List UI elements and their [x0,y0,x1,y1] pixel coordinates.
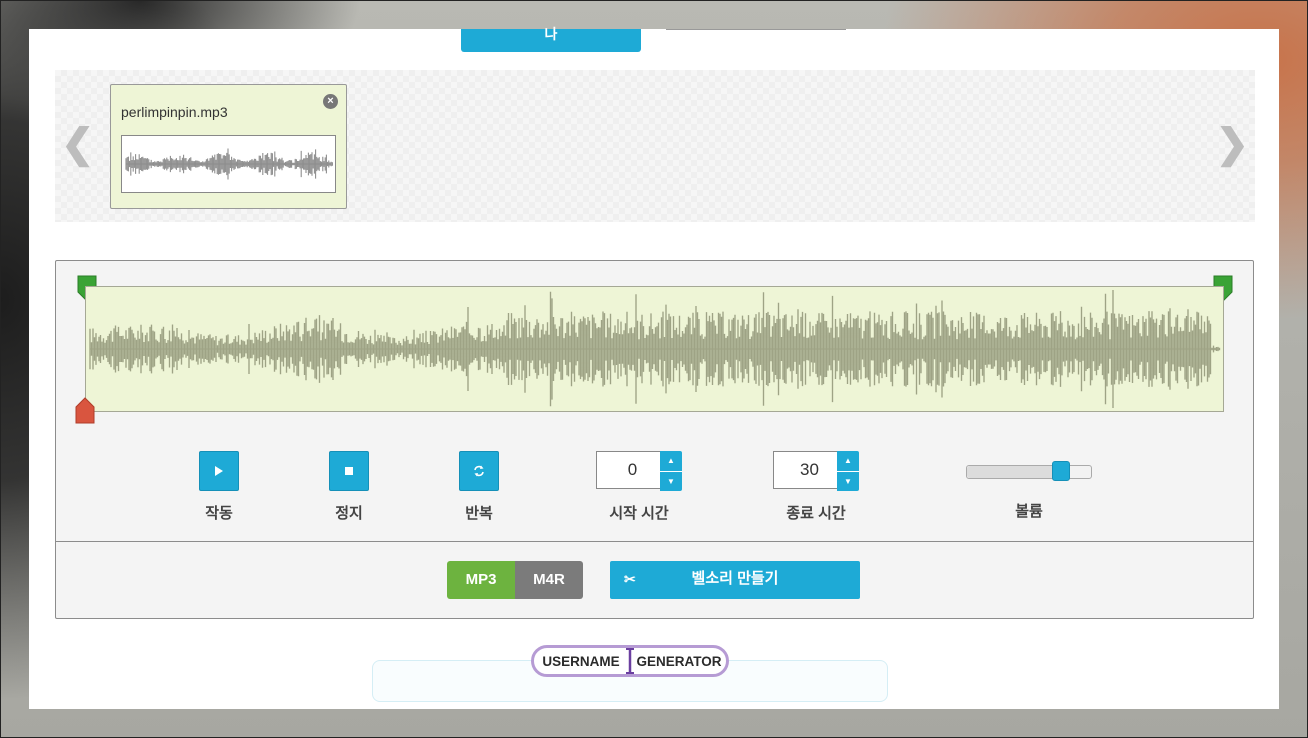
top-tab-button[interactable]: 나 [461,26,641,52]
volume-control: 볼륨 [966,451,1092,521]
start-time-control: 0 ▲ ▼ 시작 시간 [579,451,699,523]
volume-knob[interactable] [1052,461,1070,481]
repeat-label: 반복 [465,505,493,522]
file-card[interactable]: perlimpinpin.mp3 × [110,84,347,209]
end-time-label: 종료 시간 [786,505,846,522]
playhead-marker-icon[interactable] [74,395,96,430]
scissors-icon: ✂ [624,571,636,587]
volume-fill [967,466,1061,478]
main-waveform [89,290,1221,408]
start-time-label: 시작 시간 [609,505,669,522]
file-carousel: ❮ perlimpinpin.mp3 × ❯ [55,70,1255,222]
format-m4r-button[interactable]: M4R [515,561,583,599]
logo-right-text: GENERATOR [636,654,721,669]
play-icon [215,466,223,476]
play-label: 작동 [205,505,233,522]
mini-waveform [125,148,333,180]
play-control: 작동 [189,451,249,523]
chevron-up-icon[interactable]: ▲ [837,451,859,472]
repeat-icon [474,465,484,477]
volume-label: 볼륨 [1015,503,1043,520]
top-divider [666,29,846,30]
end-time-stepper[interactable]: ▲ ▼ [837,451,859,491]
format-mp3-button[interactable]: MP3 [447,561,515,599]
file-waveform-thumbnail [121,135,336,193]
carousel-prev-icon[interactable]: ❮ [61,122,95,166]
main-panel: 나 ❮ perlimpinpin.mp3 × ❯ 작동 정지 반복 0 ▲ ▼ … [29,26,1279,709]
chevron-up-icon[interactable]: ▲ [660,451,682,472]
stop-label: 정지 [335,505,363,522]
carousel-next-icon[interactable]: ❯ [1215,122,1249,166]
repeat-button[interactable] [459,451,499,491]
top-tab-label: 나 [544,26,558,42]
logo-left-text: USERNAME [542,654,619,669]
stop-control: 정지 [319,451,379,523]
volume-slider[interactable] [966,461,1092,481]
end-time-control: 30 ▲ ▼ 종료 시간 [756,451,876,523]
end-time-input[interactable]: 30 [773,451,837,489]
file-name: perlimpinpin.mp3 [121,104,228,120]
ringtone-editor: 작동 정지 반복 0 ▲ ▼ 시작 시간 30 ▲ ▼ 종료 시간 볼륨 MP3… [55,260,1254,619]
username-generator-logo[interactable]: USERNAME GENERATOR [531,645,729,677]
close-icon[interactable]: × [323,94,338,109]
repeat-control: 반복 [449,451,509,523]
waveform-area[interactable] [85,286,1224,412]
format-toggle: MP3 M4R [447,561,583,599]
make-ringtone-label: 벨소리 만들기 [691,570,779,587]
start-time-input[interactable]: 0 [596,451,660,489]
make-ringtone-button[interactable]: ✂ 벨소리 만들기 [610,561,860,599]
editor-divider [56,541,1253,542]
chevron-down-icon[interactable]: ▼ [837,472,859,492]
stop-button[interactable] [329,451,369,491]
chevron-down-icon[interactable]: ▼ [660,472,682,492]
start-time-stepper[interactable]: ▲ ▼ [660,451,682,491]
stop-icon [345,467,353,475]
controls-row: 작동 정지 반복 0 ▲ ▼ 시작 시간 30 ▲ ▼ 종료 시간 볼륨 [56,451,1253,526]
play-button[interactable] [199,451,239,491]
